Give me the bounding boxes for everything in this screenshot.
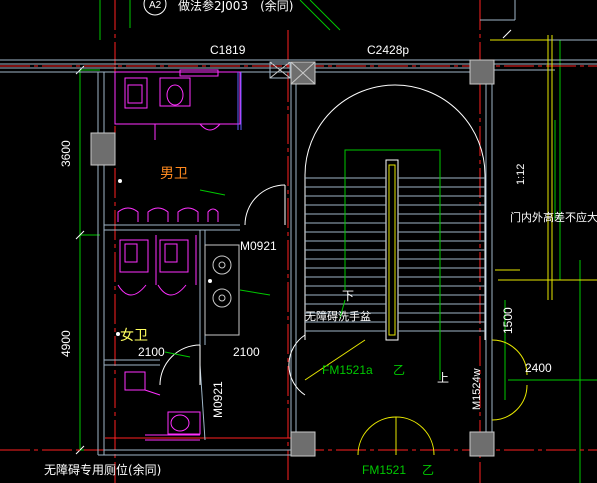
door-fm1521a-label: FM1521a	[322, 363, 373, 377]
stair-arrows	[344, 149, 441, 380]
window-c1819-label: C1819	[210, 43, 246, 57]
up-label: 上	[437, 371, 449, 385]
top-note-circle-label: A2	[149, 0, 162, 11]
dim-2400-label: 2400	[525, 361, 552, 375]
dim-4900-label: 4900	[59, 330, 73, 357]
dim-2100-left-label: 2100	[138, 345, 165, 359]
threshold-note: 门内外高差不应大于1	[510, 210, 597, 224]
door-fm1521a-tag: 乙	[393, 363, 405, 377]
female-wc-label: 女卫	[120, 327, 148, 344]
door-m1524w-label: M1524w	[471, 368, 483, 410]
misc-lines	[480, 0, 516, 21]
dim-1500-label: 1500	[501, 307, 515, 334]
door-m0921-upper-label: M0921	[240, 239, 277, 253]
dim-2100-right-label: 2100	[233, 345, 260, 359]
stair	[304, 84, 486, 341]
door-fm1521-label: FM1521	[362, 463, 406, 477]
door-m0921-lower-label: M0921	[211, 381, 225, 418]
markers	[116, 179, 212, 336]
window-c2428p-label: C2428p	[367, 43, 409, 57]
basins	[204, 244, 240, 336]
bottom-note: 无障碍专用厕位(余同)	[44, 462, 161, 477]
door-fm1521-tag: 乙	[422, 463, 434, 477]
male-wc-fixtures	[114, 69, 241, 222]
walls	[0, 39, 597, 456]
down-label: 下	[342, 289, 354, 303]
floor-plan-drawing: A2 做法参2J003 (余同) C1819 C2428p 3600 4900 …	[0, 0, 597, 483]
male-wc-label: 男卫	[160, 166, 188, 182]
exterior-lines	[490, 35, 597, 300]
cad-floor-plan: A2 做法参2J003 (余同) C1819 C2428p 3600 4900 …	[0, 0, 597, 483]
top-note-circle: A2	[143, 0, 167, 16]
dim-1-12-label: 1:12	[515, 164, 527, 185]
top-note: 做法参2J003 (余同)	[178, 0, 293, 13]
columns	[90, 59, 495, 457]
accessible-basin-label: 无障碍洗手盆	[305, 309, 371, 323]
dim-3600-label: 3600	[59, 140, 73, 167]
